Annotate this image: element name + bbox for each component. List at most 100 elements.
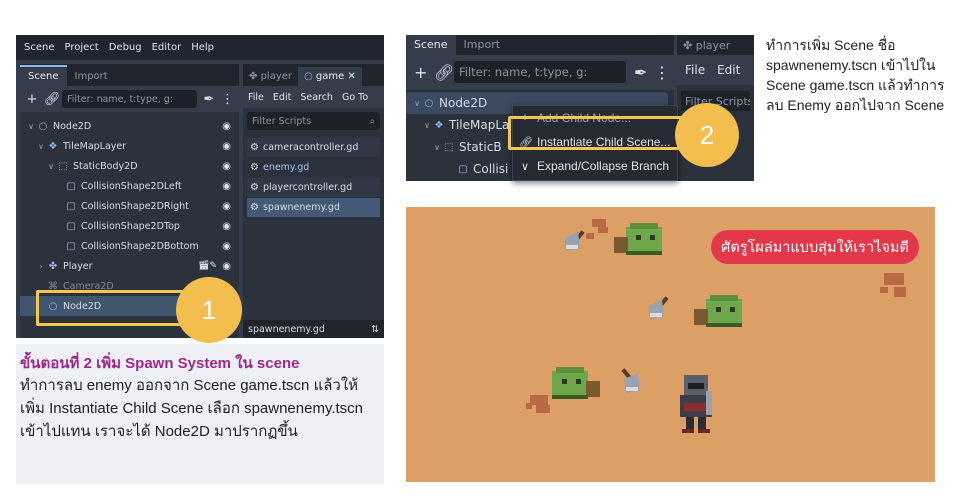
tab-import[interactable]: Import <box>67 67 116 86</box>
sort-icon[interactable]: ⇅ <box>371 324 379 335</box>
tab-player[interactable]: ✤ player <box>677 35 754 55</box>
step-badge: 2 <box>675 103 739 167</box>
node-label: CollisionShape2DTop <box>81 220 180 232</box>
tree-row[interactable]: ▢ CollisionShape2DLeft ◉ <box>20 176 239 196</box>
tree-row[interactable]: › ✤ Player 🎬︎✎ ◉ <box>20 256 239 276</box>
script-tabs: ✤ player ○ game ✕ <box>243 64 384 86</box>
visibility-eye-icon[interactable]: ◉ <box>222 261 231 272</box>
tab-player[interactable]: ✤ player <box>243 67 298 86</box>
chevron-down-icon[interactable]: ∨ <box>46 162 56 171</box>
add-node-icon[interactable]: + <box>26 92 38 107</box>
tab-scene[interactable]: Scene <box>20 65 67 86</box>
node-label: Node2D <box>63 300 102 312</box>
tree-row[interactable]: ∨ ○ Node2D ◉ <box>20 116 239 136</box>
close-icon[interactable]: ✕ <box>347 71 355 82</box>
menu-edit[interactable]: Edit <box>273 92 291 103</box>
menu-edit[interactable]: Edit <box>717 63 740 77</box>
kebab-menu-icon[interactable]: ⋮ <box>221 92 234 107</box>
tree-row[interactable]: ∨ ⬚ StaticBody2D ◉ <box>20 156 239 176</box>
script-filter-input[interactable]: Filter Scripts ⌕ <box>247 112 380 130</box>
menu-file[interactable]: File <box>685 63 705 77</box>
menu-help[interactable]: Help <box>191 42 214 53</box>
visibility-eye-icon[interactable]: ◉ <box>222 241 231 252</box>
tree-row[interactable]: ▢ CollisionShape2DTop ◉ <box>20 216 239 236</box>
visibility-eye-icon[interactable]: ◉ <box>222 141 231 152</box>
script-list: ⚙ cameracontroller.gd ⚙ enemy.gd ⚙ playerco… <box>243 134 384 217</box>
chevron-down-icon[interactable]: ∨ <box>412 99 422 108</box>
camera-icon: ⌘ <box>48 280 58 292</box>
node-label: StaticBody2D <box>73 160 138 172</box>
script-bottom-bar: spawnenemy.gd ⇅ <box>243 320 384 338</box>
axe-sprite <box>648 296 669 319</box>
tab-game[interactable]: ○ game ✕ <box>298 67 362 86</box>
filter-placeholder: Filter Scripts <box>252 115 312 127</box>
search-icon: ⌕ <box>369 115 375 127</box>
list-item[interactable]: ⚙ enemy.gd <box>247 158 380 177</box>
scene-instance-icon[interactable]: 🎬︎✎ <box>198 261 217 271</box>
link-icon[interactable]: 🔗︎ <box>44 92 61 107</box>
speech-bubble: ศัตรูโผล่มาแบบสุ่มให้เราไจมตี <box>711 230 919 264</box>
list-item-selected[interactable]: ⚙ spawnenemy.gd <box>247 198 380 217</box>
chevron-right-icon[interactable]: › <box>36 262 46 271</box>
script-attach-icon[interactable]: ✒ <box>203 92 215 107</box>
tree-row[interactable]: ∨ ❖ TileMapLayer ◉ <box>20 136 239 156</box>
menu-editor[interactable]: Editor <box>152 42 182 53</box>
visibility-eye-icon[interactable]: ◉ <box>222 121 231 132</box>
tree-row[interactable]: ▢ CollisionShape2DBottom ◉ <box>20 236 239 256</box>
staticbody-icon: ⬚ <box>444 141 454 153</box>
script-attach-icon[interactable]: ✒ <box>634 63 647 82</box>
chevron-down-icon[interactable]: ∨ <box>36 142 46 151</box>
node-label: Collisi <box>473 162 509 176</box>
list-item[interactable]: ⚙ playercontroller.gd <box>247 178 380 197</box>
node-label: Player <box>63 260 93 272</box>
side-caption: ทำการเพิ่ม Scene ชื่อ spawnenemy.tscn เข… <box>766 37 945 113</box>
add-node-icon[interactable]: + <box>414 63 427 82</box>
tree-row[interactable]: ▢ CollisionShape2DRight ◉ <box>20 196 239 216</box>
tab-import[interactable]: Import <box>456 35 509 55</box>
script-name: cameracontroller.gd <box>262 142 359 153</box>
list-item[interactable]: ⚙ cameracontroller.gd <box>247 138 380 157</box>
goblin-sprite <box>694 295 742 327</box>
node-label: Camera2D <box>63 280 114 292</box>
chevron-down-icon[interactable]: ∨ <box>26 122 36 131</box>
visibility-eye-icon[interactable]: ◉ <box>222 201 231 212</box>
script-name: enemy.gd <box>262 162 310 173</box>
script-menubar: File Edit Search Go To <box>243 86 384 108</box>
scene-toolbar: + 🔗︎ Filter: name, t:type, g: ✒ ⋮ <box>20 86 239 112</box>
circle-node-icon: ○ <box>424 97 434 109</box>
menu-goto[interactable]: Go To <box>342 92 368 103</box>
menu-item-label: Expand/Collapse Branch <box>537 159 670 173</box>
menu-scene[interactable]: Scene <box>24 42 55 53</box>
scene-dock-tabs: Scene Import <box>20 64 239 86</box>
highlight-box <box>508 116 684 150</box>
axe-sprite <box>621 368 640 393</box>
visibility-eye-icon[interactable]: ◉ <box>222 161 231 172</box>
kebab-menu-icon[interactable]: ⋮ <box>654 63 670 82</box>
menu-file[interactable]: File <box>248 92 264 103</box>
scene-filter-input[interactable]: Filter: name, t:type, g: <box>62 90 197 108</box>
tab-label: player <box>695 38 731 52</box>
character-body-icon: ✤ <box>249 71 261 82</box>
menu-debug[interactable]: Debug <box>109 42 142 53</box>
editor-menubar: Scene Project Debug Editor Help <box>16 35 384 60</box>
menu-search[interactable]: Search <box>300 92 333 103</box>
expand-collapse-item[interactable]: ∨ Expand/Collapse Branch <box>513 154 677 178</box>
gear-icon: ⚙ <box>250 182 259 193</box>
player-knight-sprite <box>680 375 712 433</box>
tilemap-icon: ❖ <box>434 119 444 131</box>
character-body-icon: ✤ <box>48 260 58 272</box>
circle-node-icon: ○ <box>38 120 48 132</box>
collision-shape-icon: ▢ <box>66 180 76 192</box>
visibility-eye-icon[interactable]: ◉ <box>222 181 231 192</box>
chevron-down-icon: ∨ <box>520 160 530 173</box>
menu-project[interactable]: Project <box>65 42 99 53</box>
script-panel: ✤ player ○ game ✕ File Edit Search Go To… <box>243 64 384 338</box>
chevron-down-icon[interactable]: ∨ <box>432 143 442 152</box>
tab-scene[interactable]: Scene <box>406 35 456 55</box>
node-label: Node2D <box>53 120 92 132</box>
scene-filter-input[interactable]: Filter: name, t:type, g: <box>454 61 626 83</box>
chevron-down-icon[interactable]: ∨ <box>422 121 432 130</box>
visibility-eye-icon[interactable]: ◉ <box>222 221 231 232</box>
scene-dock-tabs: Scene Import <box>406 35 674 55</box>
link-icon[interactable]: 🔗︎ <box>434 63 454 82</box>
